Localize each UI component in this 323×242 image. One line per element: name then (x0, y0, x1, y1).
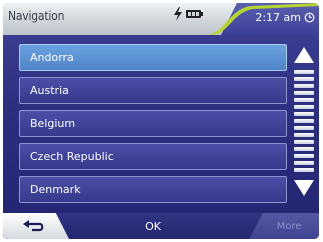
scroll-tick (294, 161, 314, 165)
arrow-up-icon[interactable] (293, 46, 315, 64)
scroll-tick (294, 105, 314, 109)
battery-icon (186, 10, 203, 18)
list-item-denmark[interactable]: Denmark (19, 176, 287, 203)
scroll-tick (294, 98, 314, 102)
scrollbar-track[interactable] (294, 70, 314, 175)
country-list: Andorra Austria Belgium Czech Republic D… (19, 44, 287, 209)
status-icons (173, 7, 203, 21)
list-item-andorra[interactable]: Andorra (19, 44, 287, 71)
scroll-tick (294, 70, 314, 74)
scroll-tick (294, 147, 314, 151)
list-item-label: Austria (30, 84, 69, 97)
arrow-down-icon[interactable] (293, 179, 315, 197)
scroll-tick (294, 154, 314, 158)
list-item-label: Belgium (30, 117, 76, 130)
scroll-tick (294, 112, 314, 116)
navigation-screen: Navigation 2:17 am Andorra Austria Belgi… (3, 3, 319, 239)
list-item-belgium[interactable]: Belgium (19, 110, 287, 137)
title-bar: Navigation 2:17 am (3, 3, 319, 35)
alarm-icon (304, 12, 315, 23)
back-arrow-icon (23, 220, 44, 232)
list-item-label: Czech Republic (30, 150, 114, 163)
scroll-tick (294, 126, 314, 130)
list-item-label: Andorra (30, 51, 74, 64)
ok-button[interactable]: OK (123, 213, 183, 239)
list-item-label: Denmark (30, 183, 81, 196)
scroll-tick (294, 77, 314, 81)
list-item-austria[interactable]: Austria (19, 77, 287, 104)
clock: 2:17 am (255, 11, 301, 24)
charge-icon (174, 7, 182, 21)
window-title: Navigation (8, 9, 65, 23)
scroll-tick (294, 168, 314, 172)
back-button[interactable] (3, 213, 69, 239)
scroll-tick (294, 119, 314, 123)
more-button[interactable]: More (249, 213, 319, 239)
scroll-tick (294, 84, 314, 88)
scroll-tick (294, 91, 314, 95)
more-label: More (276, 220, 302, 232)
scroll-tick (294, 133, 314, 137)
scroll-tick (294, 140, 314, 144)
ok-label: OK (145, 219, 161, 233)
bottom-bar: OK More (3, 213, 319, 239)
list-item-czech-republic[interactable]: Czech Republic (19, 143, 287, 170)
